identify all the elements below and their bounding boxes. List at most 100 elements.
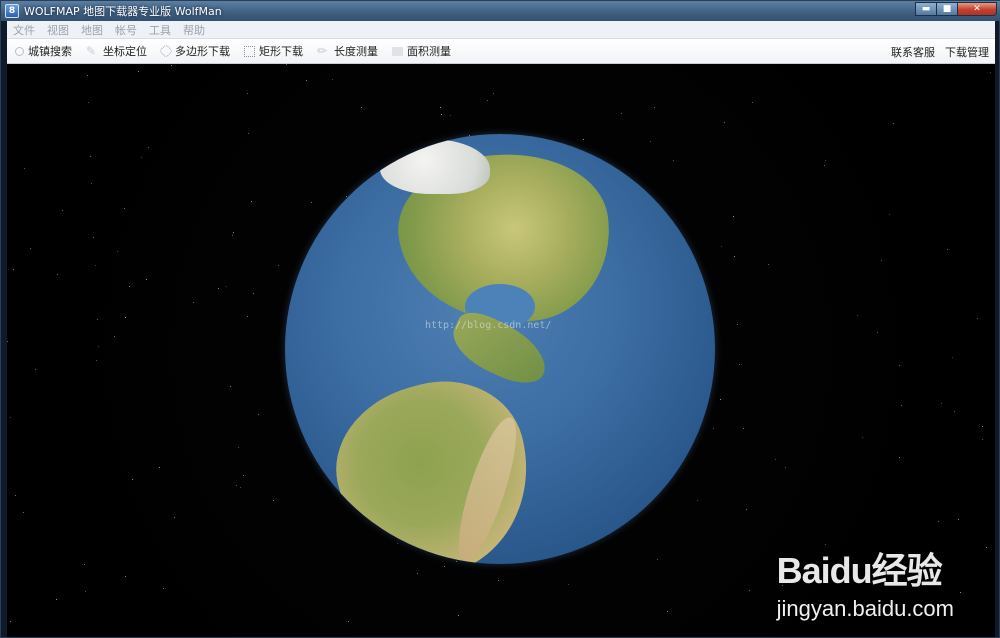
star	[97, 319, 98, 320]
star	[487, 100, 488, 101]
download-manager-link[interactable]: 下载管理	[945, 44, 989, 60]
town-search-button[interactable]: 城镇搜索	[15, 43, 72, 59]
menu-account[interactable]: 帐号	[115, 22, 137, 38]
length-measure-button[interactable]: ✏ 长度测量	[317, 43, 378, 59]
star	[247, 93, 248, 94]
menu-help[interactable]: 帮助	[183, 22, 205, 38]
star	[117, 251, 118, 252]
star	[248, 133, 249, 134]
globe[interactable]: http://blog.csdn.net/	[285, 134, 715, 564]
star	[977, 318, 978, 319]
star	[952, 357, 953, 358]
star	[124, 208, 125, 209]
baidu-jingyan-watermark: Baidu经验 jingyan.baidu.com	[777, 542, 954, 622]
star	[125, 317, 126, 318]
star	[90, 156, 91, 157]
contact-support-link[interactable]: 联系客服	[891, 44, 935, 60]
star	[720, 399, 721, 400]
star	[417, 573, 418, 574]
star	[650, 141, 651, 142]
star	[990, 72, 991, 73]
greenland-ice	[380, 139, 490, 194]
close-button[interactable]: ✕	[957, 2, 997, 16]
url-watermark: http://blog.csdn.net/	[425, 320, 552, 331]
star	[138, 71, 139, 72]
star	[93, 237, 94, 238]
maximize-button[interactable]: ■	[936, 2, 958, 16]
star	[889, 214, 890, 215]
rectangle-icon	[244, 45, 255, 57]
rectangle-download-label: 矩形下载	[259, 45, 303, 58]
menu-view[interactable]: 视图	[47, 22, 69, 38]
search-icon	[15, 46, 24, 56]
star	[311, 202, 312, 203]
toolbar-right: 联系客服 下载管理	[881, 39, 989, 64]
title-bar[interactable]: 8 WOLFMAP 地图下载器专业版 WolfMan ▬ ■ ✕	[1, 1, 1000, 21]
star	[98, 346, 99, 347]
star	[458, 615, 459, 616]
star	[95, 265, 96, 266]
star	[171, 65, 172, 66]
star	[163, 588, 164, 589]
star	[88, 102, 89, 103]
star	[7, 341, 8, 342]
ruler-icon: ✏	[317, 43, 328, 58]
star	[941, 403, 942, 404]
star	[96, 360, 97, 361]
menu-tools[interactable]: 工具	[149, 22, 171, 38]
rectangle-download-button[interactable]: 矩形下载	[244, 43, 303, 59]
star	[733, 216, 734, 217]
star	[251, 201, 252, 202]
star	[737, 324, 738, 325]
star	[10, 417, 11, 418]
star	[278, 265, 279, 266]
star	[348, 621, 349, 622]
star	[881, 260, 882, 261]
star	[877, 332, 878, 333]
star	[273, 500, 274, 501]
menu-map[interactable]: 地图	[81, 22, 103, 38]
star	[132, 479, 133, 480]
star	[306, 80, 307, 81]
star	[739, 364, 740, 365]
length-measure-label: 长度测量	[334, 45, 378, 58]
star	[785, 467, 786, 468]
coordinate-locate-button[interactable]: ✎ 坐标定位	[86, 43, 147, 59]
star	[84, 564, 85, 565]
baidu-logo-text: Baidu经验	[776, 550, 943, 591]
star	[954, 411, 955, 412]
star	[286, 64, 287, 65]
star	[752, 102, 753, 103]
polygon-download-label: 多边形下载	[175, 45, 230, 58]
star	[749, 590, 750, 591]
star	[236, 485, 237, 486]
polygon-download-button[interactable]: 多边形下载	[158, 43, 230, 59]
menu-bar: 文件 视图 地图 帐号 工具 帮助	[7, 21, 995, 39]
star	[746, 509, 747, 510]
star	[824, 165, 825, 166]
star	[233, 232, 234, 233]
star	[24, 168, 25, 169]
star	[361, 107, 362, 108]
star	[697, 500, 698, 501]
star	[174, 517, 175, 518]
menu-file[interactable]: 文件	[13, 22, 35, 38]
star	[775, 459, 776, 460]
star	[713, 428, 714, 429]
star	[899, 457, 900, 458]
star	[85, 591, 86, 592]
star	[825, 160, 826, 161]
area-measure-button[interactable]: 面积测量	[392, 43, 451, 59]
star	[958, 519, 959, 520]
star	[91, 183, 92, 184]
star	[568, 584, 569, 585]
star	[493, 93, 494, 94]
minimize-button[interactable]: ▬	[915, 2, 937, 16]
star	[947, 249, 948, 250]
star	[743, 428, 744, 429]
star	[332, 79, 333, 80]
star	[444, 566, 445, 567]
star	[226, 286, 227, 287]
star	[893, 123, 894, 124]
town-search-label: 城镇搜索	[28, 45, 72, 58]
